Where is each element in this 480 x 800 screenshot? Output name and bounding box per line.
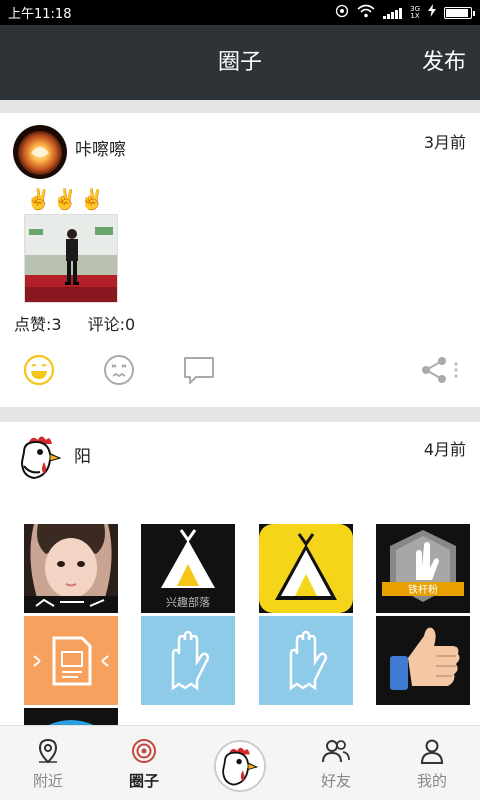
- header: 圈子 发布: [0, 25, 480, 100]
- post-card: 咔嚓嚓 3月前 ✌️✌️✌️ 点赞:3 评论:0: [0, 113, 480, 407]
- post-stats: 点赞:3 评论:0: [14, 311, 135, 335]
- publish-button[interactable]: 发布: [422, 25, 466, 100]
- network-type-icon: 3G 1X: [410, 4, 420, 20]
- status-time: 上午11:18: [8, 7, 72, 22]
- likes-count: 点赞:3: [14, 315, 62, 334]
- post-card: 阳 4月前 兴趣部落 铁杆粉: [0, 422, 480, 725]
- post-photo-tent-yellow[interactable]: [259, 524, 353, 613]
- page-title: 圈子: [217, 50, 262, 75]
- circle-icon: [132, 739, 156, 763]
- rooster-avatar: [216, 742, 264, 790]
- tab-label: 附近: [32, 772, 63, 790]
- center-rooster-button[interactable]: [214, 740, 266, 792]
- battery-icon: [444, 6, 475, 19]
- friends-icon: [322, 740, 350, 763]
- post-photo-selfie[interactable]: [24, 524, 118, 613]
- tab-label: 好友: [320, 772, 351, 790]
- avatar[interactable]: [14, 430, 68, 484]
- angry-reaction-icon[interactable]: [102, 353, 136, 387]
- hotspot-icon: [335, 4, 349, 22]
- laugh-reaction-icon[interactable]: [22, 353, 56, 387]
- user-name[interactable]: 阳: [74, 442, 91, 467]
- comment-icon[interactable]: [182, 353, 216, 387]
- post-photo-badge[interactable]: 铁杆粉: [376, 524, 470, 613]
- feed[interactable]: 咔嚓嚓 3月前 ✌️✌️✌️ 点赞:3 评论:0 阳 4月前 兴趣部落 铁杆粉: [0, 100, 480, 725]
- tab-label: 我的: [416, 772, 447, 790]
- tab-circle[interactable]: 圈子: [96, 726, 192, 800]
- post-photo-glove[interactable]: [141, 616, 235, 705]
- post-photo[interactable]: [24, 214, 118, 303]
- comments-count: 评论:0: [87, 315, 136, 334]
- svg-text:铁杆粉: 铁杆粉: [408, 583, 438, 596]
- person-icon: [420, 739, 444, 764]
- wifi-icon: [357, 4, 375, 22]
- location-pin-icon: [38, 738, 58, 764]
- tab-mine[interactable]: 我的: [384, 726, 480, 800]
- bottom-tab-bar: 附近 圈子 好友 我的: [0, 725, 480, 800]
- share-icon[interactable]: [420, 353, 458, 387]
- tab-nearby[interactable]: 附近: [0, 726, 96, 800]
- signal-icon: [383, 7, 403, 19]
- svg-text:兴趣部落: 兴趣部落: [166, 595, 210, 609]
- user-name[interactable]: 咔嚓嚓: [75, 135, 126, 160]
- post-time: 4月前: [423, 440, 466, 459]
- post-photo-more[interactable]: [24, 708, 118, 725]
- post-text: ✌️✌️✌️: [26, 187, 107, 211]
- post-photo-thumbs-up[interactable]: [376, 616, 470, 705]
- post-photo-document[interactable]: [24, 616, 118, 705]
- status-bar: 上午11:18 3G 1X: [0, 0, 480, 25]
- tab-label: 圈子: [128, 772, 159, 790]
- tab-friends[interactable]: 好友: [288, 726, 384, 800]
- charging-icon: [428, 4, 436, 21]
- post-photo-glove[interactable]: [259, 616, 353, 705]
- post-photo-tent-black[interactable]: 兴趣部落: [141, 524, 235, 613]
- avatar[interactable]: [13, 125, 67, 179]
- post-time: 3月前: [423, 133, 466, 152]
